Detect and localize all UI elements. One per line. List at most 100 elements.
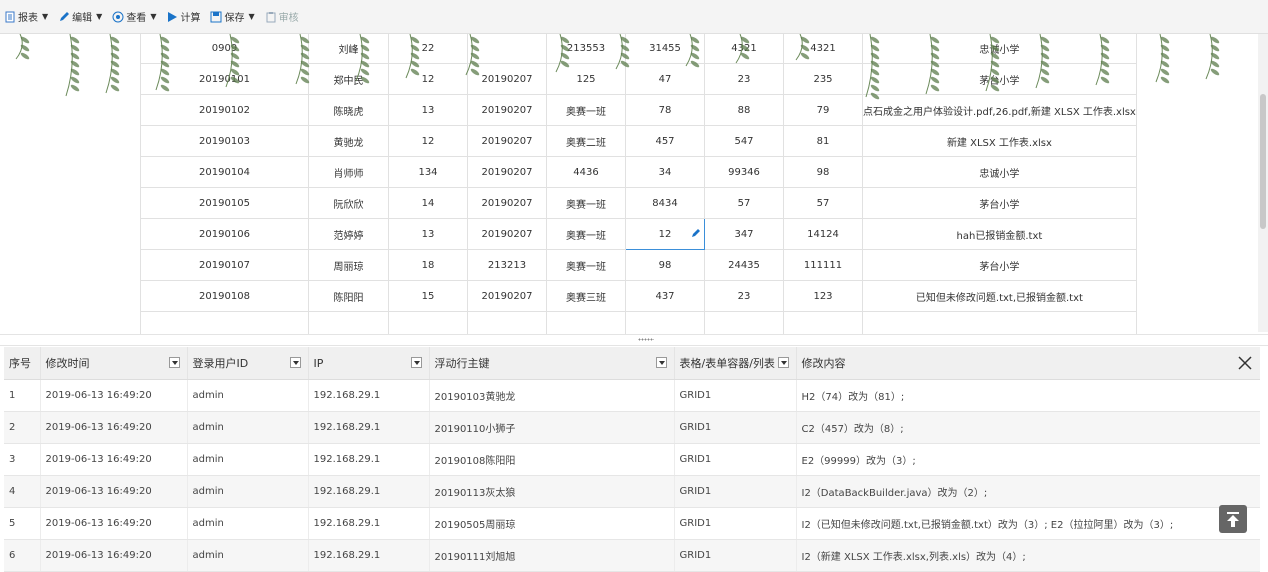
report-cell[interactable]: 20190106 <box>140 218 309 250</box>
report-cell[interactable] <box>308 311 389 334</box>
report-cell[interactable]: 81 <box>783 125 863 157</box>
report-cell[interactable]: 阮欣欣 <box>308 187 389 219</box>
report-cell[interactable] <box>467 34 547 64</box>
back-to-top-button[interactable] <box>1219 505 1247 533</box>
report-cell[interactable]: 347 <box>704 218 784 250</box>
report-cell[interactable]: 123 <box>783 280 863 312</box>
report-cell[interactable]: 奥赛一班 <box>546 187 626 219</box>
log-column-header[interactable]: 表格/表单容器/列表 <box>674 347 797 380</box>
report-cell[interactable]: 范婷婷 <box>308 218 389 250</box>
report-cell[interactable]: 新建 XLSX 工作表.xlsx <box>862 125 1137 157</box>
report-cell[interactable]: 周丽琼 <box>308 249 389 281</box>
report-cell[interactable]: 黄驰龙 <box>308 125 389 157</box>
report-cell[interactable]: 12 <box>388 125 468 157</box>
report-cell[interactable]: 79 <box>783 94 863 126</box>
report-cell[interactable]: 437 <box>625 280 705 312</box>
report-cell[interactable]: 20190103 <box>140 125 309 157</box>
report-cell[interactable]: 奥赛二班 <box>546 125 626 157</box>
report-cell-selected[interactable]: 12 <box>625 218 705 250</box>
report-cell[interactable]: 8434 <box>625 187 705 219</box>
report-cell[interactable] <box>140 311 309 334</box>
vertical-scrollbar[interactable] <box>1258 34 1268 332</box>
report-cell[interactable]: 24435 <box>704 249 784 281</box>
audit-button[interactable]: 审核 <box>265 9 299 24</box>
report-cell[interactable]: 20190207 <box>467 63 547 95</box>
edit-menu[interactable]: 编辑 ▼ <box>58 9 102 24</box>
log-column-header[interactable]: IP <box>308 347 430 380</box>
log-column-header[interactable]: 修改时间 <box>40 347 188 380</box>
log-column-header[interactable]: 登录用户ID <box>187 347 309 380</box>
report-cell[interactable]: 20190207 <box>467 156 547 188</box>
report-cell[interactable] <box>862 311 1137 334</box>
report-cell[interactable]: 4436 <box>546 156 626 188</box>
column-filter-dropdown-icon[interactable] <box>289 357 301 368</box>
report-cell[interactable]: 茅台小学 <box>862 187 1137 219</box>
report-cell[interactable] <box>704 311 784 334</box>
report-cell[interactable]: 12 <box>388 63 468 95</box>
report-cell[interactable]: 47 <box>625 63 705 95</box>
report-cell[interactable]: 22 <box>388 34 468 64</box>
report-cell[interactable]: 20190207 <box>467 94 547 126</box>
column-filter-dropdown-icon[interactable] <box>168 357 180 368</box>
log-column-header[interactable]: 浮动行主键 <box>429 347 675 380</box>
report-cell[interactable]: 14 <box>388 187 468 219</box>
report-cell[interactable]: 忠诚小学 <box>862 156 1137 188</box>
report-cell[interactable]: 23 <box>704 280 784 312</box>
report-cell[interactable]: 20190108 <box>140 280 309 312</box>
report-cell[interactable]: 18 <box>388 249 468 281</box>
report-cell[interactable]: 20190207 <box>467 187 547 219</box>
report-cell[interactable]: 57 <box>783 187 863 219</box>
report-cell[interactable]: 15 <box>388 280 468 312</box>
edit-cell-pencil-icon[interactable] <box>691 228 701 238</box>
report-cell[interactable]: 茅台小学 <box>862 249 1137 281</box>
report-cell[interactable] <box>546 311 626 334</box>
column-filter-dropdown-icon[interactable] <box>777 357 789 368</box>
report-cell[interactable]: 4321 <box>704 34 784 64</box>
report-cell[interactable]: 刘峰 <box>308 34 389 64</box>
report-cell[interactable]: 125 <box>546 63 626 95</box>
report-cell[interactable]: 陈晓虎 <box>308 94 389 126</box>
view-menu[interactable]: 查看 ▼ <box>112 9 156 24</box>
report-cell[interactable]: 78 <box>625 94 705 126</box>
report-cell[interactable]: 茅台小学 <box>862 63 1137 95</box>
report-cell[interactable]: hah已报销金额.txt <box>862 218 1137 250</box>
report-cell[interactable]: 20190107 <box>140 249 309 281</box>
report-cell[interactable]: 235 <box>783 63 863 95</box>
report-cell[interactable]: 肖师师 <box>308 156 389 188</box>
report-cell[interactable]: 547 <box>704 125 784 157</box>
log-row[interactable]: 5 2019-06-13 16:49:20 admin 192.168.29.1 201… <box>4 507 1260 540</box>
report-cell[interactable]: 13 <box>388 218 468 250</box>
report-cell[interactable]: 20190207 <box>467 280 547 312</box>
report-cell[interactable]: 457 <box>625 125 705 157</box>
report-menu[interactable]: 报表 ▼ <box>4 9 48 24</box>
report-cell[interactable]: 4321 <box>783 34 863 64</box>
report-cell[interactable]: 88 <box>704 94 784 126</box>
log-row[interactable]: 4 2019-06-13 16:49:20 admin 192.168.29.1 201… <box>4 475 1260 508</box>
report-cell[interactable]: 20190105 <box>140 187 309 219</box>
column-filter-dropdown-icon[interactable] <box>410 357 422 368</box>
log-row[interactable]: 2 2019-06-13 16:49:20 admin 192.168.29.1 201… <box>4 411 1260 444</box>
report-cell[interactable]: 98 <box>783 156 863 188</box>
report-cell[interactable]: 98 <box>625 249 705 281</box>
report-cell[interactable]: 213213 <box>467 249 547 281</box>
report-cell[interactable] <box>388 311 468 334</box>
report-cell[interactable]: 20190207 <box>467 218 547 250</box>
pane-splitter[interactable] <box>0 334 1268 346</box>
report-cell[interactable]: 14124 <box>783 218 863 250</box>
report-cell[interactable]: 57 <box>704 187 784 219</box>
report-cell[interactable]: 34 <box>625 156 705 188</box>
report-cell[interactable]: 23 <box>704 63 784 95</box>
report-cell[interactable]: 奥赛三班 <box>546 280 626 312</box>
report-cell[interactable]: 奥赛一班 <box>546 94 626 126</box>
scrollbar-thumb[interactable] <box>1260 94 1266 229</box>
report-cell[interactable] <box>625 311 705 334</box>
report-cell[interactable]: 13 <box>388 94 468 126</box>
log-row[interactable]: 1 2019-06-13 16:49:20 admin 192.168.29.1 201… <box>4 379 1260 412</box>
report-cell[interactable] <box>783 311 863 334</box>
report-cell[interactable]: 已知但未修改问题.txt,已报销金额.txt <box>862 280 1137 312</box>
report-cell[interactable]: 111111 <box>783 249 863 281</box>
report-cell[interactable]: 奥赛一班 <box>546 249 626 281</box>
save-menu[interactable]: 保存 ▼ <box>210 9 255 24</box>
close-icon[interactable] <box>1238 356 1252 370</box>
report-cell[interactable]: 20190207 <box>467 125 547 157</box>
